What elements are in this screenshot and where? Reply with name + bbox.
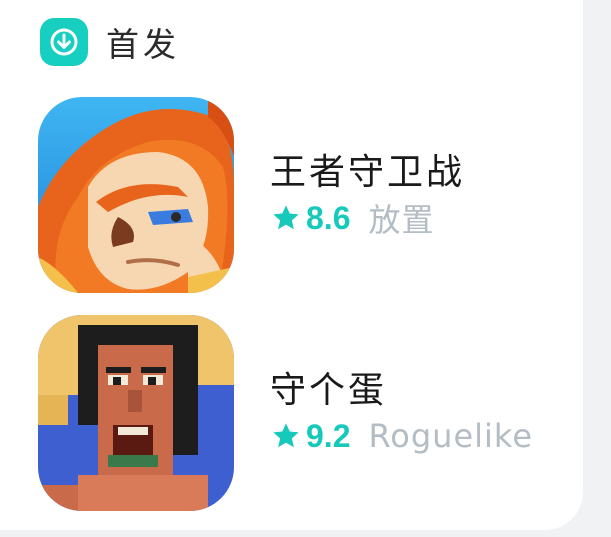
genre-tag: 放置 — [368, 201, 435, 239]
lion-warrior-app-icon[interactable] — [38, 97, 234, 293]
game-title[interactable]: 守个蛋 — [270, 369, 533, 413]
game-meta: 8.6 放置 — [270, 197, 465, 239]
game-info: 守个蛋 9.2 Roguelike — [270, 369, 533, 457]
star-icon — [273, 205, 299, 230]
rating-value: 8.6 — [306, 199, 351, 236]
game-info: 王者守卫战 8.6 放置 — [270, 151, 465, 239]
game-meta: 9.2 Roguelike — [270, 415, 533, 457]
pixel-straw-hat-man-app-icon[interactable] — [38, 315, 234, 511]
section-header: 首发 — [40, 18, 180, 66]
section-title: 首发 — [106, 25, 180, 64]
game-title[interactable]: 王者守卫战 — [270, 151, 465, 195]
star-icon — [273, 423, 299, 448]
download-icon — [40, 18, 88, 66]
game-item-wangzhe-shouweizhan[interactable]: 王者守卫战 8.6 放置 — [38, 97, 465, 293]
genre-tag: Roguelike — [368, 417, 533, 455]
game-item-shou-ge-dan[interactable]: 守个蛋 9.2 Roguelike — [38, 315, 533, 511]
rating-value: 9.2 — [306, 417, 351, 454]
